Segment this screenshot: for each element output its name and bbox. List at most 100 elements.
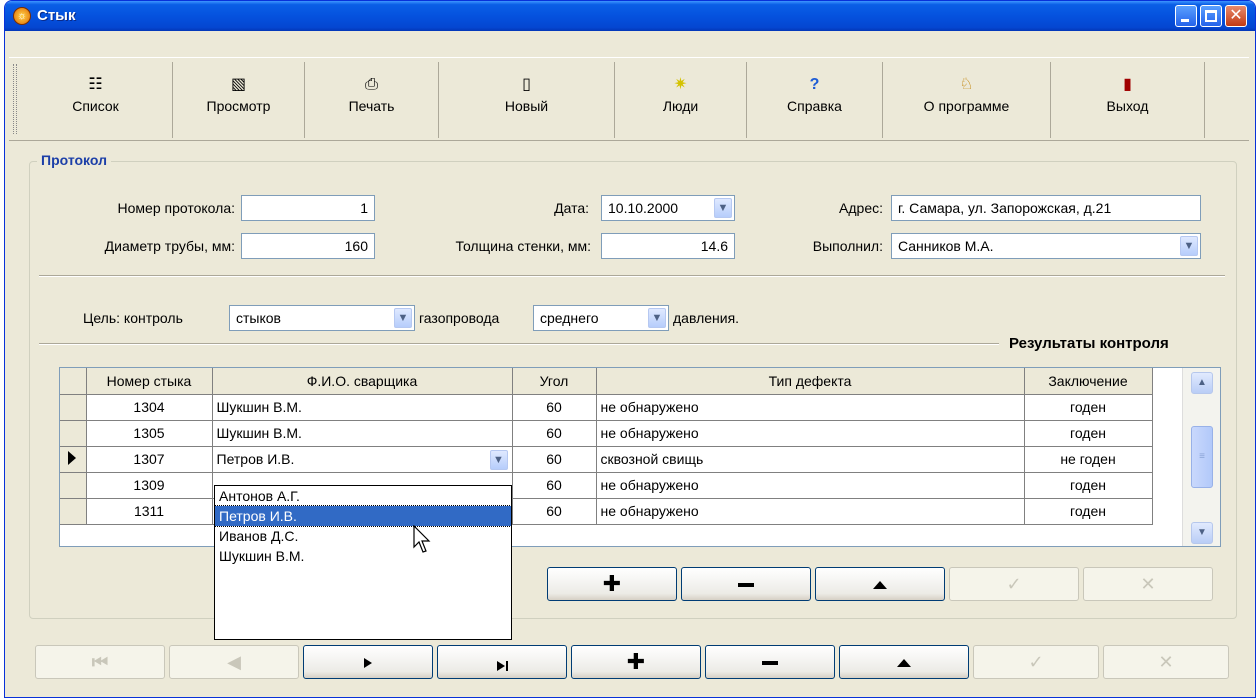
row-indicator[interactable]: [60, 394, 87, 421]
nav-delete-button[interactable]: [705, 645, 835, 679]
column-header[interactable]: Ф.И.О. сварщика: [212, 368, 513, 395]
welder-cell-editor[interactable]: Петров И.В. ▼: [212, 446, 513, 473]
wall-thickness-input[interactable]: 14.6: [601, 233, 735, 259]
nav-next-button[interactable]: [303, 645, 433, 679]
column-header[interactable]: Номер стыка: [86, 368, 213, 395]
nav-insert-button[interactable]: ✚: [571, 645, 701, 679]
welder-cell[interactable]: Шукшин В.М.: [212, 394, 513, 421]
maximize-button[interactable]: [1200, 5, 1222, 27]
row-indicator-current[interactable]: [60, 446, 87, 473]
pipe-diameter-input[interactable]: 160: [241, 233, 375, 259]
welder-dropdown-list[interactable]: Антонов А.Г. Петров И.В. Иванов Д.С. Шук…: [214, 485, 512, 640]
table-row[interactable]: 1305 Шукшин В.М. 60 не обнаружено годен: [60, 420, 1153, 447]
toolbar-preview-label: Просмотр: [206, 98, 271, 114]
scroll-thumb[interactable]: ≡: [1191, 426, 1213, 488]
angle-cell[interactable]: 60: [512, 420, 597, 447]
address-input[interactable]: г. Самара, ул. Запорожская, д.21: [891, 195, 1201, 221]
defect-cell[interactable]: не обнаружено: [596, 420, 1025, 447]
column-header[interactable]: Тип дефекта: [596, 368, 1025, 395]
grid-post-button[interactable]: ✓: [949, 567, 1079, 601]
scroll-up-button[interactable]: ▲: [1191, 372, 1213, 394]
angle-cell[interactable]: 60: [512, 394, 597, 421]
goal-object-select[interactable]: стыков ▼: [229, 305, 415, 331]
toolbar-help-label: Справка: [787, 98, 842, 114]
toolbar-list-button[interactable]: ☷ Список: [19, 62, 173, 138]
dropdown-option[interactable]: Антонов А.Г.: [215, 486, 511, 506]
angle-cell[interactable]: 60: [512, 498, 597, 525]
pipeline-label: газопровода: [419, 310, 500, 326]
welder-cell[interactable]: Шукшин В.М.: [212, 420, 513, 447]
close-icon: ✕: [1229, 7, 1243, 24]
printer-icon: ⎙: [365, 76, 378, 93]
defect-cell[interactable]: не обнаружено: [596, 394, 1025, 421]
joint-number-cell[interactable]: 1305: [86, 420, 213, 447]
dropdown-option[interactable]: Шукшин В.М.: [215, 546, 511, 566]
up-arrow-icon: [897, 659, 911, 667]
table-row[interactable]: 1304 Шукшин В.М. 60 не обнаружено годен: [60, 394, 1153, 421]
pressure-select[interactable]: среднего ▼: [533, 305, 669, 331]
prior-record-icon: ◀: [227, 652, 241, 672]
defect-cell[interactable]: сквозной свищь: [596, 446, 1025, 473]
separator: [39, 343, 999, 345]
defect-cell[interactable]: не обнаружено: [596, 498, 1025, 525]
verdict-cell[interactable]: не годен: [1024, 446, 1153, 473]
joint-number-cell[interactable]: 1304: [86, 394, 213, 421]
table-row-current[interactable]: 1307 Петров И.В. ▼ 60 сквозной свищь не …: [60, 446, 1153, 473]
grid-add-button[interactable]: ✚: [547, 567, 677, 601]
results-title: Результаты контроля: [1009, 335, 1169, 352]
nav-edit-button[interactable]: [839, 645, 969, 679]
close-button[interactable]: ✕: [1225, 5, 1247, 27]
date-picker[interactable]: 10.10.2000 ▼: [601, 195, 735, 221]
row-indicator[interactable]: [60, 472, 87, 499]
grid-delete-button[interactable]: [681, 567, 811, 601]
toolbar-grip[interactable]: [13, 64, 17, 134]
performer-select[interactable]: Санников М.А. ▼: [891, 233, 1201, 259]
verdict-cell[interactable]: годен: [1024, 394, 1153, 421]
chevron-down-icon[interactable]: ▼: [648, 308, 666, 328]
dropdown-option-selected[interactable]: Петров И.В.: [214, 505, 512, 527]
chevron-down-icon[interactable]: ▼: [714, 198, 732, 218]
joint-number-cell[interactable]: 1309: [86, 472, 213, 499]
chevron-down-icon[interactable]: ▼: [1180, 236, 1198, 256]
people-icon: ✷: [673, 76, 688, 93]
nav-prior-button[interactable]: ◀: [169, 645, 299, 679]
grid-edit-button[interactable]: [815, 567, 945, 601]
nav-cancel-button[interactable]: ✕: [1103, 645, 1229, 679]
grid-vertical-scrollbar[interactable]: ▲ ≡ ▼: [1182, 368, 1220, 546]
joint-number-cell[interactable]: 1311: [86, 498, 213, 525]
verdict-cell[interactable]: годен: [1024, 498, 1153, 525]
defect-cell[interactable]: не обнаружено: [596, 472, 1025, 499]
toolbar-print-button[interactable]: ⎙ Печать: [305, 62, 439, 138]
protocol-number-input[interactable]: 1: [241, 195, 375, 221]
row-indicator[interactable]: [60, 420, 87, 447]
title-bar[interactable]: ☼ Стык ✕: [5, 1, 1255, 31]
toolbar-about-label: О программе: [923, 98, 1010, 114]
nav-last-button[interactable]: [437, 645, 567, 679]
grid-cancel-button[interactable]: ✕: [1083, 567, 1213, 601]
nav-first-button[interactable]: ⏮: [35, 645, 165, 679]
chevron-down-icon[interactable]: ▼: [489, 449, 508, 470]
goal-label: Цель: контроль: [83, 310, 183, 326]
toolbar-people-button[interactable]: ✷ Люди: [615, 62, 747, 138]
toolbar-about-button[interactable]: ♘ О программе: [883, 62, 1051, 138]
row-indicator[interactable]: [60, 498, 87, 525]
toolbar-preview-button[interactable]: ▧ Просмотр: [173, 62, 305, 138]
nav-post-button[interactable]: ✓: [973, 645, 1099, 679]
minimize-icon: [1181, 19, 1189, 22]
verdict-cell[interactable]: годен: [1024, 420, 1153, 447]
angle-cell[interactable]: 60: [512, 472, 597, 499]
joint-number-cell[interactable]: 1307: [86, 446, 213, 473]
chevron-down-icon[interactable]: ▼: [394, 308, 412, 328]
column-header[interactable]: Заключение: [1024, 368, 1153, 395]
column-header[interactable]: Угол: [512, 368, 597, 395]
mouse-cursor-icon: [413, 525, 431, 553]
toolbar-new-button[interactable]: ▯ Новый: [439, 62, 615, 138]
verdict-cell[interactable]: годен: [1024, 472, 1153, 499]
toolbar-exit-button[interactable]: ▮ Выход: [1051, 62, 1205, 138]
angle-cell[interactable]: 60: [512, 446, 597, 473]
toolbar-help-button[interactable]: ? Справка: [747, 62, 883, 138]
minimize-button[interactable]: [1175, 5, 1197, 27]
dropdown-option[interactable]: Иванов Д.С.: [215, 526, 511, 546]
separator: [39, 275, 1225, 277]
scroll-down-button[interactable]: ▼: [1191, 522, 1213, 544]
